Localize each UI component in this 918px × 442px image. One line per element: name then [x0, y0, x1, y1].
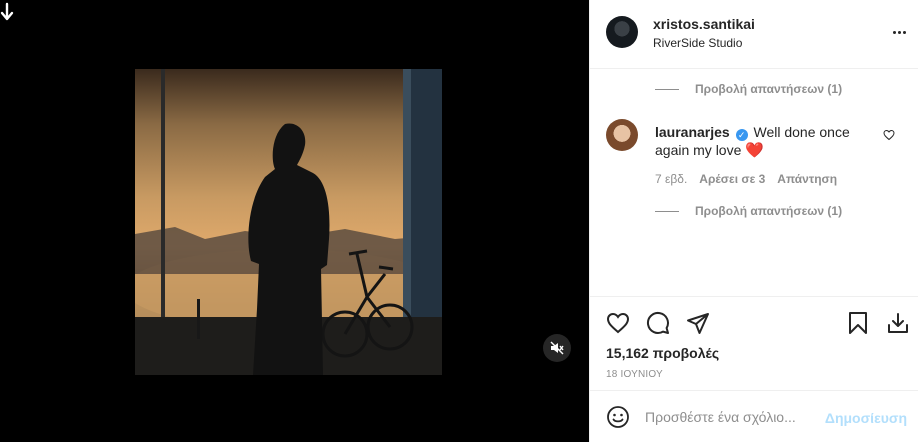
media-viewer [0, 0, 589, 442]
views-count[interactable]: 15,162 προβολές [606, 345, 719, 361]
post-header: xristos.santikai RiverSide Studio [590, 0, 918, 69]
view-replies-button-top[interactable]: Προβολή απαντήσεων (1) [655, 82, 842, 96]
comments-section: Προβολή απαντήσεων (1) lauranarjes ✓ Wel… [590, 70, 918, 296]
share-paper-plane-icon[interactable] [686, 311, 710, 335]
view-replies-label: Προβολή απαντήσεων (1) [695, 82, 843, 96]
author-avatar[interactable] [606, 16, 638, 48]
arrow-down-icon[interactable] [0, 2, 14, 22]
post-location[interactable]: RiverSide Studio [653, 36, 742, 50]
comment-time[interactable]: 7 εβδ. [655, 172, 687, 186]
comment-meta: 7 εβδ. Αρέσει σε 3 Απάντηση [655, 172, 837, 186]
comment-body: lauranarjes ✓ Well done once again my lo… [655, 123, 880, 160]
red-heart-emoji: ❤️ [745, 142, 764, 159]
view-replies-label: Προβολή απαντήσεων (1) [695, 204, 843, 218]
emoji-smiley-icon[interactable] [606, 405, 630, 429]
commenter-avatar[interactable] [606, 119, 638, 151]
save-bookmark-icon[interactable] [846, 311, 870, 335]
post-actions: 15,162 προβολές 18 ΙΟΥΝΙΟΥ [590, 296, 918, 390]
volume-off-icon [550, 341, 564, 355]
replies-divider-line [655, 210, 679, 212]
like-heart-icon[interactable] [606, 311, 630, 335]
post-comment-button[interactable]: Δημοσίευση [825, 410, 907, 426]
author-username[interactable]: xristos.santikai [653, 16, 755, 32]
view-replies-button-bottom[interactable]: Προβολή απαντήσεων (1) [655, 204, 842, 218]
add-comment-bar: Δημοσίευση [590, 390, 918, 442]
replies-divider-line [655, 88, 679, 90]
post-date[interactable]: 18 ΙΟΥΝΙΟΥ [606, 369, 663, 380]
download-icon[interactable] [886, 311, 910, 335]
more-options-button[interactable] [891, 25, 907, 39]
post-side-panel: xristos.santikai RiverSide Studio Προβολ… [589, 0, 918, 442]
comment-reply-button[interactable]: Απάντηση [777, 172, 837, 186]
commenter-username[interactable]: lauranarjes [655, 124, 730, 140]
comment-input[interactable] [645, 405, 825, 429]
comment-like-heart-icon[interactable] [883, 129, 895, 141]
video-thumbnail-scene [135, 69, 442, 375]
more-horizontal-icon [892, 30, 896, 34]
comment-likes-count[interactable]: Αρέσει σε 3 [699, 172, 765, 186]
video-player[interactable] [135, 69, 442, 375]
verified-badge-icon: ✓ [735, 129, 748, 141]
mute-button[interactable] [543, 334, 571, 362]
comment-bubble-icon[interactable] [646, 311, 670, 335]
